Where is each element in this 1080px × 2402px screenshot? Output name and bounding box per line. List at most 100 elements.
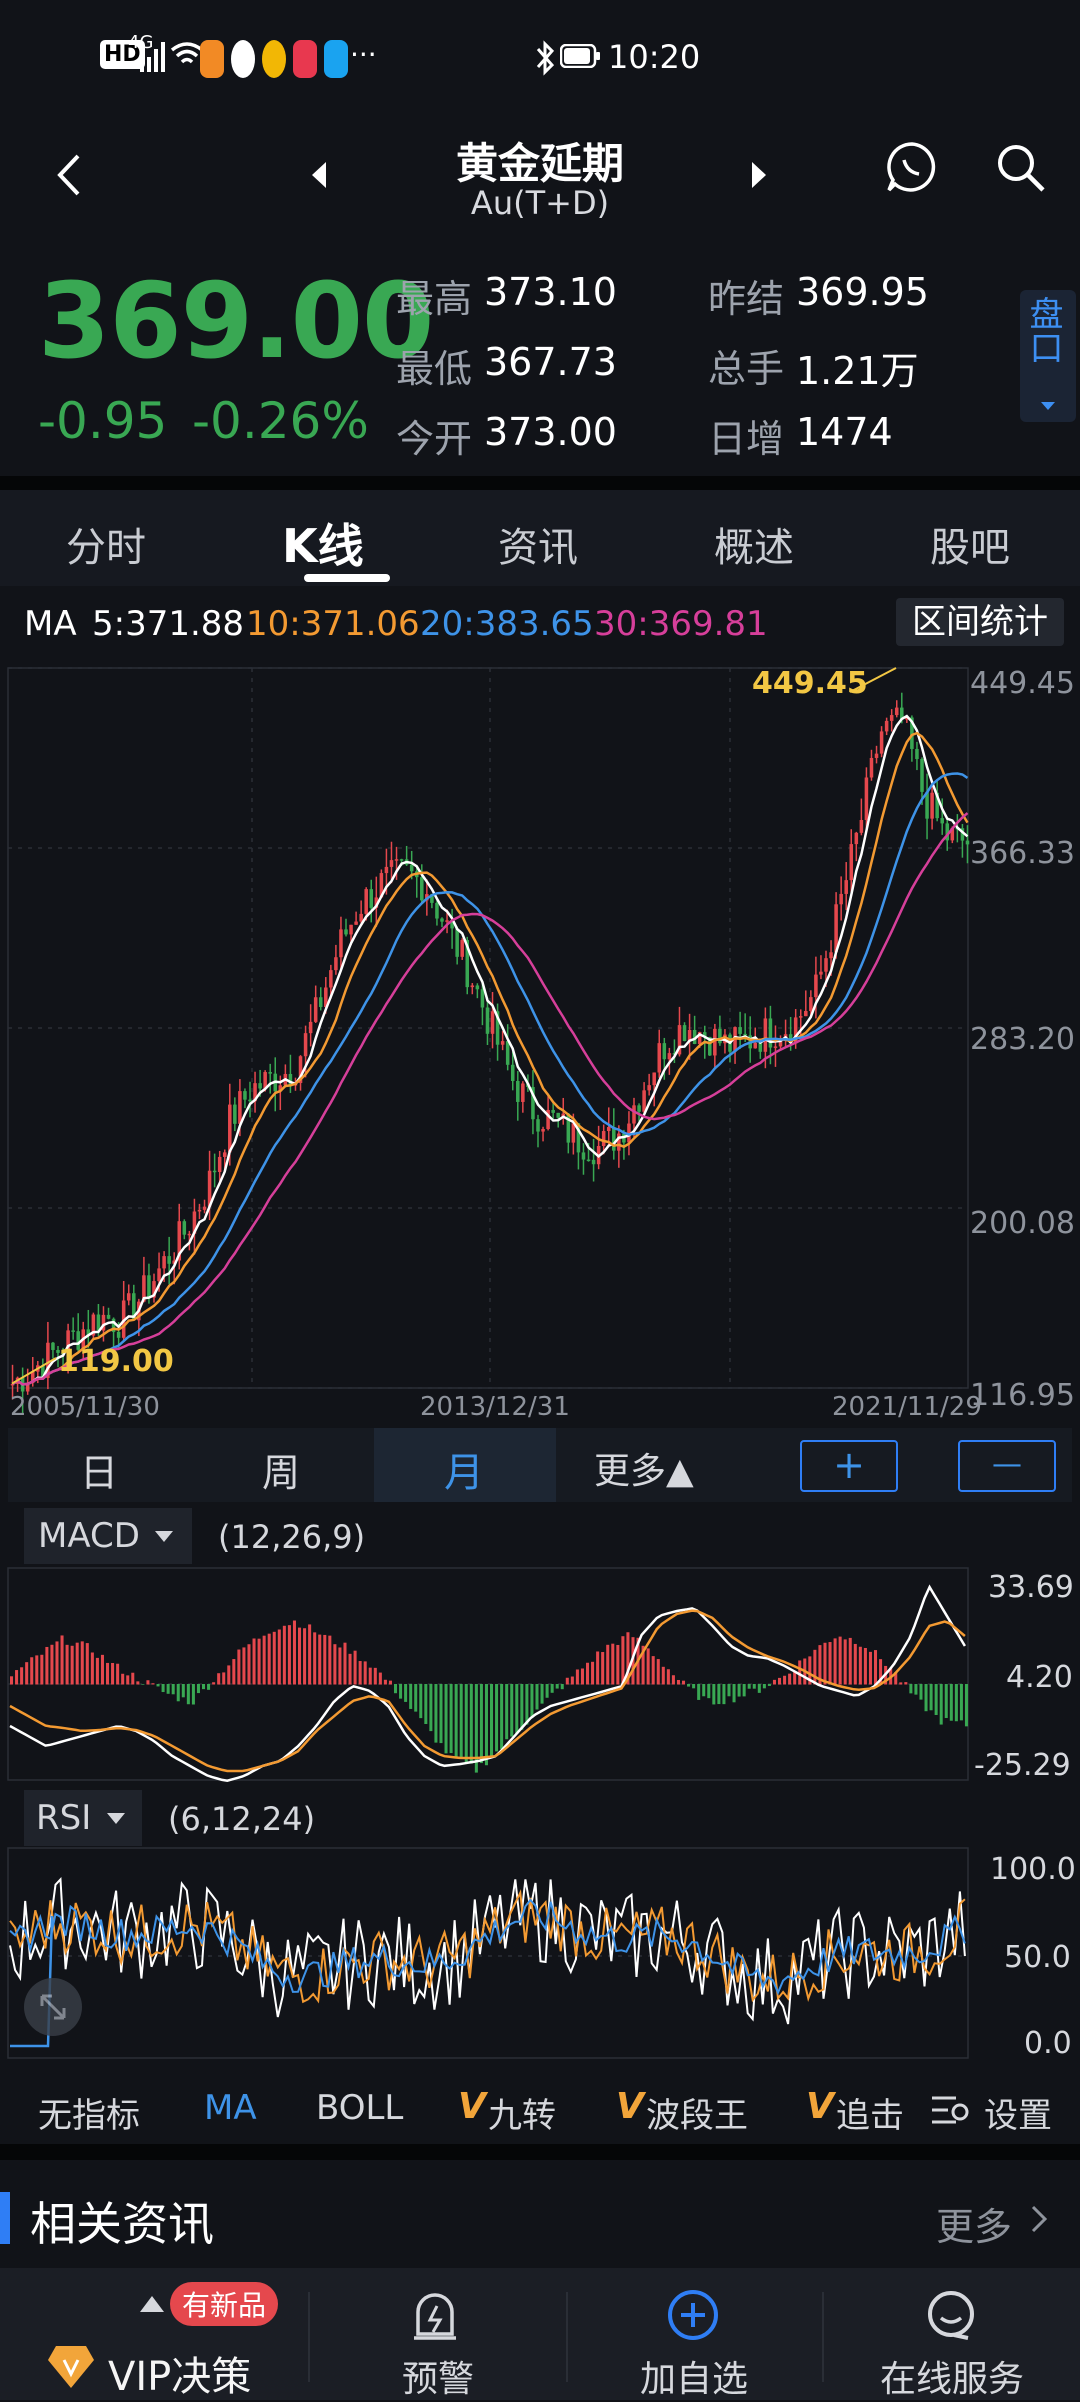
- indicator-ma[interactable]: MA: [204, 2088, 257, 2128]
- chat-icon[interactable]: [885, 140, 939, 194]
- chevron-right-icon[interactable]: [1030, 2204, 1048, 2234]
- candle-body: [308, 1021, 313, 1034]
- candle-body: [480, 989, 485, 1008]
- min-marker-label: 119.00: [58, 1344, 174, 1379]
- period-month[interactable]: 月: [444, 1440, 484, 1498]
- macd-bar: [575, 1669, 579, 1685]
- macd-bar: [60, 1635, 64, 1685]
- search-icon[interactable]: [995, 142, 1047, 194]
- macd-bar: [282, 1625, 286, 1685]
- next-item-icon[interactable]: [748, 160, 770, 190]
- candle-body: [243, 1091, 247, 1100]
- candle-body: [420, 877, 424, 901]
- macd-bar: [934, 1684, 938, 1716]
- candle-body: [167, 1256, 171, 1264]
- macd-bar: [15, 1670, 19, 1685]
- indicator-wave-king[interactable]: 波段王: [646, 2088, 748, 2137]
- expand-chart-button[interactable]: [24, 1978, 82, 2036]
- rsi-chart[interactable]: [0, 1846, 1080, 2066]
- macd-bar: [131, 1672, 135, 1685]
- candle-body: [318, 997, 323, 1008]
- macd-y-top: 33.69: [988, 1570, 1074, 1605]
- macd-bar: [479, 1684, 483, 1764]
- kline-chart[interactable]: [0, 658, 1080, 1428]
- candle-body: [849, 844, 854, 881]
- macd-chart[interactable]: [0, 1566, 1080, 1786]
- candle-body: [228, 1104, 232, 1153]
- macd-bar: [222, 1672, 226, 1685]
- macd-bar: [671, 1675, 675, 1685]
- macd-bar: [70, 1645, 74, 1685]
- back-icon[interactable]: [54, 150, 84, 200]
- candle-body: [217, 1156, 222, 1173]
- macd-bar: [156, 1684, 160, 1687]
- order-book-tab[interactable]: 盘口: [1020, 290, 1076, 422]
- range-stats-button[interactable]: 区间统计: [896, 598, 1064, 646]
- candle-body: [556, 1112, 560, 1118]
- candle-body: [662, 1043, 667, 1060]
- macd-bar: [116, 1663, 120, 1685]
- macd-selector[interactable]: MACD: [24, 1508, 192, 1564]
- tab-overview[interactable]: 概述: [714, 515, 794, 573]
- online-service-button[interactable]: 在线服务: [824, 2268, 1080, 2400]
- macd-bar: [550, 1684, 554, 1693]
- macd-bar: [813, 1649, 817, 1685]
- indicator-bar: 无指标 MA BOLL V 九转 V 波段王 V 追击 设置: [0, 2068, 1080, 2148]
- macd-bar: [580, 1668, 584, 1685]
- candle-body: [551, 1109, 555, 1113]
- macd-bar: [333, 1644, 337, 1685]
- macd-bar: [292, 1620, 296, 1685]
- indicator-none[interactable]: 无指标: [38, 2088, 140, 2137]
- tab-kline[interactable]: K线: [282, 510, 364, 576]
- period-day[interactable]: 日: [80, 1442, 118, 1497]
- candle-body: [612, 1127, 616, 1151]
- rsi-selector[interactable]: RSI: [24, 1790, 142, 1846]
- candle-body: [475, 985, 480, 990]
- candle-body: [738, 1027, 742, 1034]
- indicator-chase[interactable]: 追击: [836, 2088, 916, 2137]
- vip-decision-button[interactable]: 有新品 VIP决策: [0, 2268, 300, 2400]
- zoom-in-button[interactable]: +: [800, 1440, 898, 1492]
- clock: 10:20: [608, 38, 701, 76]
- alert-button[interactable]: 预警: [310, 2268, 560, 2400]
- indicator-nine-turn[interactable]: 九转: [488, 2088, 556, 2137]
- period-more[interactable]: 更多▲: [594, 1442, 694, 1494]
- alert-label: 预警: [402, 2359, 475, 2400]
- candle-body: [642, 1090, 646, 1112]
- add-watchlist-button[interactable]: 加自选: [568, 2268, 818, 2400]
- macd-bar: [717, 1684, 721, 1705]
- macd-bar: [490, 1684, 494, 1758]
- zoom-out-button[interactable]: —: [958, 1440, 1056, 1492]
- macd-bar: [368, 1667, 372, 1685]
- macd-bar: [656, 1659, 660, 1685]
- app-notif-icon: [231, 40, 255, 78]
- status-bar: HD 4G ··· 10:20: [0, 0, 1080, 120]
- settings-icon[interactable]: [930, 2094, 970, 2128]
- vip-diamond-icon: [48, 2346, 94, 2388]
- macd-bar: [570, 1676, 574, 1685]
- macd-y-mid: 4.20: [1006, 1660, 1073, 1695]
- tab-timeshare[interactable]: 分时: [66, 515, 146, 573]
- indicator-boll[interactable]: BOLL: [316, 2088, 403, 2128]
- candle-body: [369, 889, 374, 908]
- tab-news[interactable]: 资讯: [498, 515, 578, 573]
- macd-bar: [500, 1684, 504, 1750]
- news-section-header: 相关资讯 更多: [0, 2160, 1080, 2270]
- rsi-params: (6,12,24): [168, 1800, 316, 1838]
- macd-bar: [171, 1684, 175, 1695]
- tab-forum[interactable]: 股吧: [930, 515, 1010, 573]
- period-week[interactable]: 周: [262, 1442, 300, 1497]
- news-more-link[interactable]: 更多: [936, 2196, 1012, 2251]
- macd-bar: [181, 1684, 185, 1698]
- macd-bar: [939, 1684, 943, 1725]
- macd-bar: [505, 1684, 509, 1740]
- macd-bar: [520, 1684, 524, 1730]
- candle-body: [329, 970, 333, 988]
- settings-label[interactable]: 设置: [984, 2088, 1052, 2137]
- prev-item-icon[interactable]: [308, 160, 330, 190]
- macd-bar: [692, 1684, 696, 1689]
- macd-bar: [959, 1684, 963, 1721]
- candle-body: [313, 997, 318, 1022]
- macd-bar: [20, 1667, 24, 1685]
- quote-panel: 369.00 -0.95 -0.26% 最高 373.10 最低 367.73 …: [0, 260, 1080, 475]
